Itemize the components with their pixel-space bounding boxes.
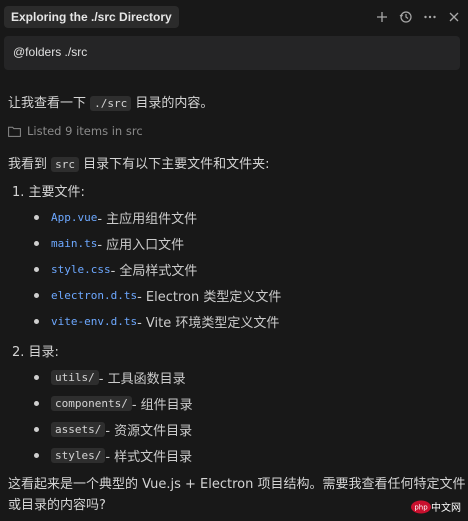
close-icon[interactable] [446,7,462,27]
list-item: components/ - 组件目录 [34,394,193,413]
file-link[interactable]: vite-env.d.ts [51,315,137,328]
user-query[interactable]: @folders ./src [4,36,460,70]
intro-text: 让我查看一下 ./src 目录的内容。 [8,96,214,111]
svg-text:中文网: 中文网 [431,501,461,514]
list-item: vite-env.d.ts - Vite 环境类型定义文件 [34,312,279,331]
list-item: App.vue - 主应用组件文件 [34,208,197,227]
file-link[interactable]: style.css [51,263,111,276]
more-icon[interactable] [422,7,438,27]
plus-icon[interactable] [374,7,390,27]
inline-code: src [51,157,80,172]
list-item: style.css - 全局样式文件 [34,260,197,279]
dir-code: utils/ [51,370,99,385]
file-link[interactable]: main.ts [51,237,97,250]
section-files-title: 1. 主要文件: [12,185,85,200]
summary-text: 我看到 src 目录下有以下主要文件和文件夹: [8,157,270,172]
dir-code: styles/ [51,448,106,463]
list-item: utils/ - 工具函数目录 [34,368,186,387]
inline-code: ./src [90,96,132,111]
query-text: @folders ./src [13,45,88,59]
folder-icon [8,126,21,137]
list-item: assets/ - 资源文件目录 [34,420,192,439]
history-icon[interactable] [398,7,414,27]
list-item: electron.d.ts - Electron 类型定义文件 [34,286,281,305]
file-link[interactable]: App.vue [51,211,97,224]
tool-call-status[interactable]: Listed 9 items in src [8,124,143,138]
section-dirs-title: 2. 目录: [12,345,59,360]
chat-header: Exploring the ./src Directory [0,0,468,34]
file-link[interactable]: electron.d.ts [51,289,137,302]
dir-code: components/ [51,396,132,411]
dir-code: assets/ [51,422,106,437]
list-item: main.ts - 应用入口文件 [34,234,184,253]
closing-text-line1: 这看起来是一个典型的 Vue.js + Electron 项目结构。需要我查看任… [8,477,466,492]
chat-title[interactable]: Exploring the ./src Directory [4,6,179,28]
list-item: styles/ - 样式文件目录 [34,446,192,465]
svg-text:php: php [414,504,428,512]
watermark-logo: php 中文网 [411,500,461,514]
closing-text-line2: 或目录的内容吗? [8,498,106,513]
